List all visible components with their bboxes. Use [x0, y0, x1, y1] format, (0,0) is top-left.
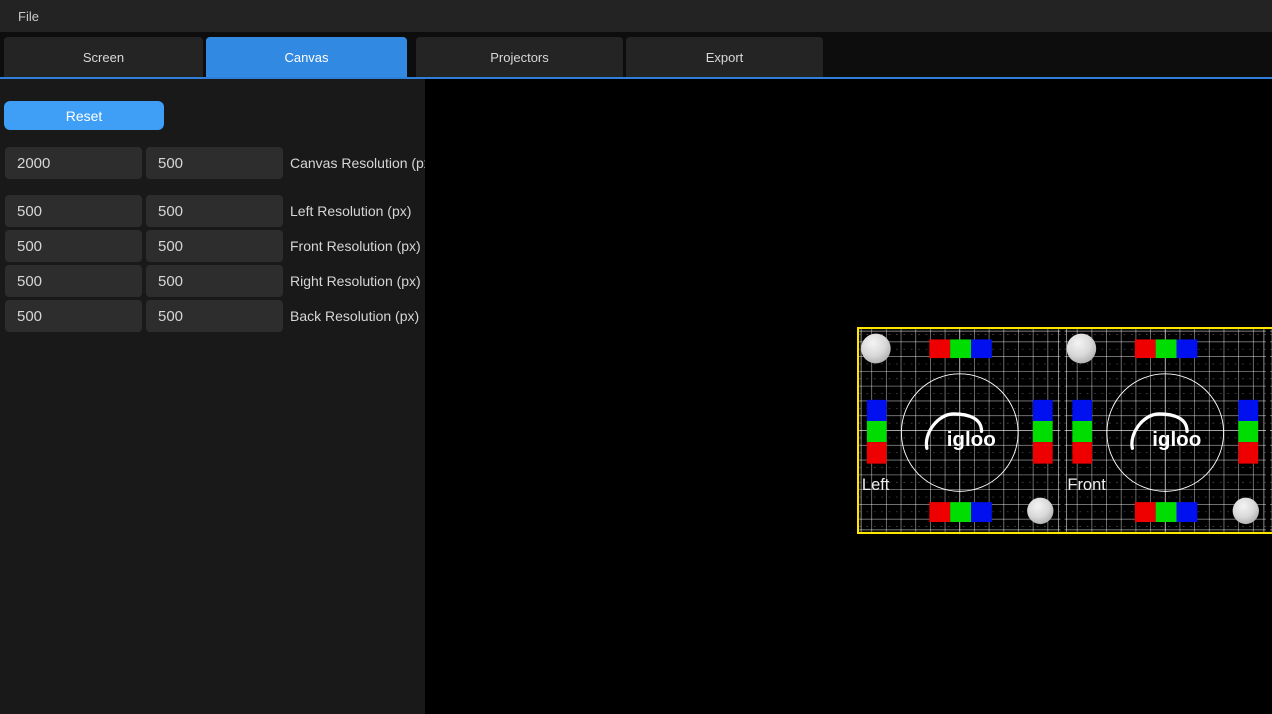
right-resolution-label: Right Resolution (px)	[290, 265, 421, 297]
section-front: igloo Front	[1065, 329, 1266, 532]
rgb-stack-left	[867, 421, 887, 442]
front-resolution-label: Front Resolution (px)	[290, 230, 421, 262]
right-resolution-row: Right Resolution (px)	[0, 265, 425, 297]
sphere-bottom-right	[1233, 498, 1259, 524]
left-height-input[interactable]	[146, 195, 283, 227]
front-height-input[interactable]	[146, 230, 283, 262]
rgb-stack-right	[1033, 442, 1053, 464]
app-window: File ExportProjectorsCanvasScreen Reset …	[0, 0, 1272, 714]
left-resolution-row: Left Resolution (px)	[0, 195, 425, 227]
rgb-bar-bottom	[1135, 502, 1156, 522]
back-width-input[interactable]	[5, 300, 142, 332]
sphere-bottom-right	[1027, 498, 1053, 524]
tab-canvas[interactable]: Canvas	[206, 37, 407, 77]
left-width-input[interactable]	[5, 195, 142, 227]
canvas-resolution-label: Canvas Resolution (px)	[290, 147, 436, 179]
rgb-stack-left	[867, 400, 887, 421]
reset-button[interactable]: Reset	[4, 101, 164, 130]
canvas-preview-svg: iglooLeftiglooFrontiglooRightiglooBack	[857, 327, 1272, 534]
rgb-stack-right	[1033, 400, 1053, 421]
igloo-logo-text: igloo	[1152, 428, 1201, 451]
rgb-bar-bottom	[971, 502, 992, 522]
front-resolution-row: Front Resolution (px)	[0, 230, 425, 262]
rgb-bar-top	[1156, 339, 1177, 358]
rgb-bar-bottom	[1156, 502, 1177, 522]
canvas-resolution-row: Canvas Resolution (px)	[0, 147, 425, 179]
section-label: Front	[1067, 476, 1106, 494]
sidebar: Reset Canvas Resolution (px) Left Resolut…	[0, 79, 425, 714]
rgb-bar-bottom	[929, 502, 950, 522]
section-left: igloo Left	[859, 329, 1060, 532]
rgb-stack-left	[1072, 400, 1092, 421]
rgb-stack-left	[1072, 442, 1092, 464]
canvas-height-input[interactable]	[146, 147, 283, 179]
igloo-logo-text: igloo	[947, 428, 996, 451]
back-resolution-row: Back Resolution (px)	[0, 300, 425, 332]
front-width-input[interactable]	[5, 230, 142, 262]
rgb-bar-top	[971, 339, 992, 358]
canvas-preview-area: iglooLeftiglooFrontiglooRightiglooBack	[425, 79, 1272, 714]
back-resolution-label: Back Resolution (px)	[290, 300, 419, 332]
section-label: Left	[862, 476, 890, 494]
file-menu[interactable]: File	[0, 0, 57, 32]
back-height-input[interactable]	[146, 300, 283, 332]
rgb-bar-bottom	[1177, 502, 1198, 522]
rgb-bar-top	[1135, 339, 1156, 358]
rgb-stack-right	[1033, 421, 1053, 442]
left-resolution-label: Left Resolution (px)	[290, 195, 411, 227]
rgb-stack-left	[1072, 421, 1092, 442]
tab-projectors[interactable]: Projectors	[416, 37, 623, 77]
rgb-bar-bottom	[950, 502, 971, 522]
tabbar: ExportProjectorsCanvasScreen	[0, 32, 1272, 79]
rgb-stack-left	[867, 442, 887, 464]
canvas-width-input[interactable]	[5, 147, 142, 179]
rgb-stack-right	[1238, 400, 1258, 421]
tab-export[interactable]: Export	[626, 37, 823, 77]
sphere-top-left	[1067, 334, 1097, 364]
rgb-bar-top	[929, 339, 950, 358]
menubar: File	[0, 0, 1272, 32]
rgb-stack-right	[1238, 442, 1258, 464]
rgb-bar-top	[950, 339, 971, 358]
rgb-bar-top	[1177, 339, 1198, 358]
right-height-input[interactable]	[146, 265, 283, 297]
right-width-input[interactable]	[5, 265, 142, 297]
sphere-top-left	[861, 334, 891, 364]
tab-screen[interactable]: Screen	[4, 37, 203, 77]
rgb-stack-right	[1238, 421, 1258, 442]
